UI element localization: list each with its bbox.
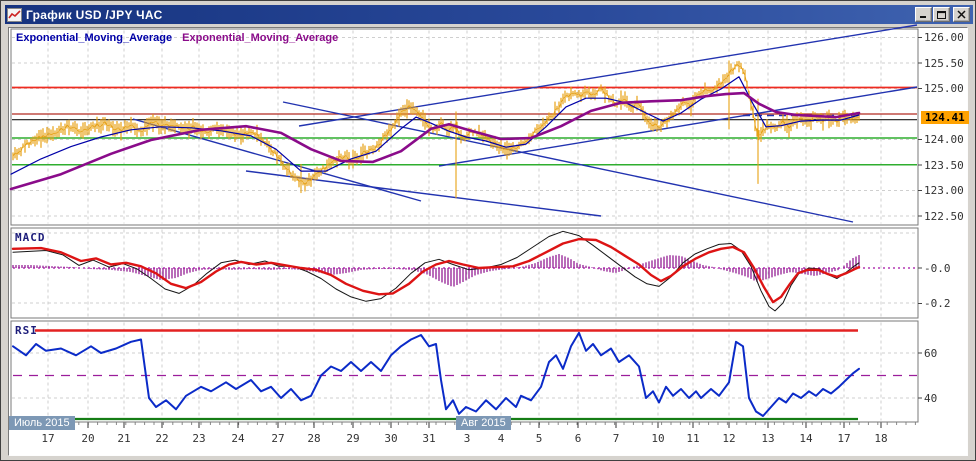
chart-canvas[interactable] [1,1,976,461]
app-window: График USD /JPY ЧАС Exponential_Moving_A… [0,0,976,461]
